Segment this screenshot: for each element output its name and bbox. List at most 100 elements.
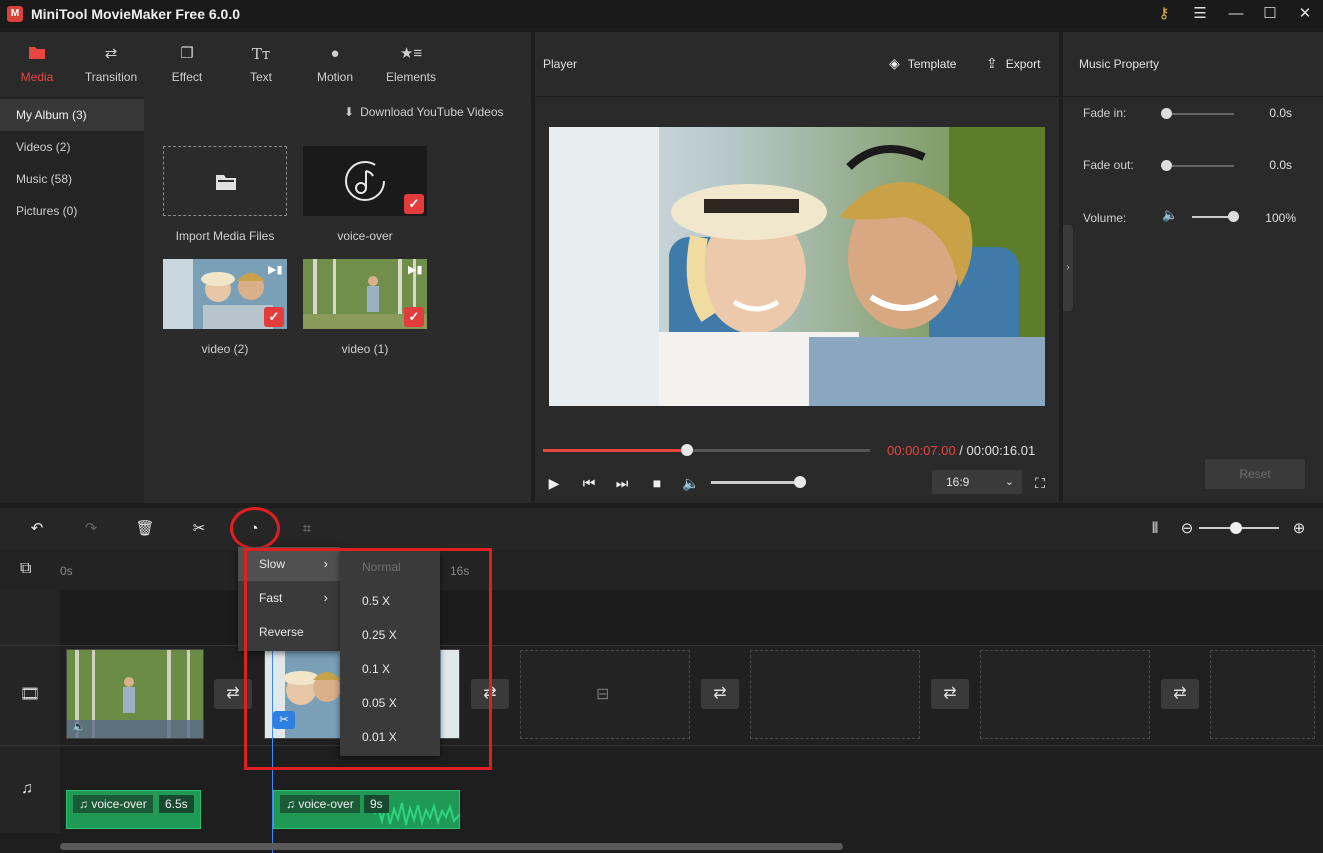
import-media-tile[interactable] xyxy=(163,146,287,216)
tab-label: Effect xyxy=(171,70,203,84)
tab-elements[interactable]: ★≡ Elements xyxy=(376,44,446,84)
music-property-panel xyxy=(1063,32,1323,503)
volume-handle[interactable] xyxy=(794,476,806,488)
aspect-ratio-select[interactable]: 16:9 ⌄ xyxy=(932,470,1022,494)
undo-icon[interactable]: ↶ xyxy=(26,518,48,540)
tab-media[interactable]: Media xyxy=(2,44,72,84)
timeline-scrollbar[interactable] xyxy=(60,843,843,850)
music-note-icon: ♫ xyxy=(79,797,92,811)
next-frame-button[interactable]: ⏭ xyxy=(612,474,632,492)
audio-clip-duration: 6.5s xyxy=(159,795,194,813)
timeline-ruler[interactable] xyxy=(0,550,1323,590)
elements-icon: ★≡ xyxy=(399,45,423,62)
zoom-handle[interactable] xyxy=(1230,522,1242,534)
maximize-icon[interactable]: ☐ xyxy=(1252,0,1288,28)
previous-frame-button[interactable]: ⏮ xyxy=(579,474,599,492)
audio-clip-duration: 9s xyxy=(364,795,389,813)
empty-clip-slot[interactable] xyxy=(750,650,920,739)
music-volume-value: 100% xyxy=(1265,211,1296,225)
clip-thumbnail xyxy=(67,650,203,738)
audio-clip-name: voice-over xyxy=(91,797,147,811)
tab-label: Transition xyxy=(84,70,138,84)
empty-clip-slot[interactable] xyxy=(1210,650,1315,739)
tile-caption: video (1) xyxy=(341,342,389,356)
fit-timeline-icon[interactable]: ⦀ xyxy=(1144,518,1166,540)
fade-in-value: 0.0s xyxy=(1269,106,1292,120)
audio-clip-name: voice-over xyxy=(298,797,354,811)
template-label: Template xyxy=(907,56,957,71)
transition-slot-button[interactable]: ⇄ xyxy=(1161,679,1199,709)
video-clip[interactable] xyxy=(66,649,204,739)
export-icon: ⇪ xyxy=(986,55,998,71)
chevron-down-icon: ⌄ xyxy=(1004,476,1014,488)
reset-button[interactable]: Reset xyxy=(1205,459,1305,489)
split-scissors-icon[interactable]: ✂ xyxy=(188,518,210,540)
download-youtube-label: Download YouTube Videos xyxy=(360,105,504,119)
delete-icon[interactable]: 🗑 xyxy=(134,518,156,540)
add-track-icon[interactable]: ⧉ xyxy=(20,560,31,578)
seek-handle[interactable] xyxy=(681,444,693,456)
speaker-icon: 🔈 xyxy=(1162,207,1179,222)
collapse-panel-handle[interactable]: › xyxy=(1063,225,1073,311)
fade-in-label: Fade in: xyxy=(1083,106,1127,120)
fade-in-slider[interactable] xyxy=(1166,113,1234,115)
tab-effect[interactable]: ❐ Effect xyxy=(152,44,222,84)
menu-icon[interactable]: ☰ xyxy=(1182,0,1218,28)
tab-motion[interactable]: ● Motion xyxy=(300,44,370,84)
play-button[interactable]: ▶ xyxy=(544,474,564,492)
film-strip-icon: 🎞 xyxy=(20,686,41,703)
fullscreen-icon[interactable]: ⛶ xyxy=(1030,474,1050,492)
sidebar-item-music[interactable]: Music (58) xyxy=(0,163,144,195)
window-title: MiniTool MovieMaker Free 6.0.0 xyxy=(31,6,241,22)
redo-icon[interactable]: ↷ xyxy=(80,518,102,540)
divider xyxy=(0,745,1323,746)
audio-clip[interactable]: ♫ voice-over 6.5s xyxy=(66,790,201,829)
divider xyxy=(535,96,1059,97)
music-track-icon: ♫ xyxy=(21,780,33,797)
volume-icon[interactable]: 🔈 xyxy=(681,474,701,492)
current-time: 00:00:07.00 xyxy=(887,443,956,458)
download-youtube-button[interactable]: ⬇ Download YouTube Videos xyxy=(344,105,504,119)
fade-in-handle[interactable] xyxy=(1161,108,1172,119)
minimize-icon[interactable]: — xyxy=(1218,0,1254,28)
fade-out-slider[interactable] xyxy=(1166,165,1234,167)
export-button[interactable]: ⇪ Export xyxy=(986,55,1040,72)
empty-clip-slot[interactable]: ⊟ xyxy=(520,650,690,739)
empty-clip-slot[interactable] xyxy=(980,650,1150,739)
video-camera-icon: ▶▮ xyxy=(408,264,423,276)
tile-caption: voice-over xyxy=(337,229,393,243)
app-logo: M xyxy=(7,6,23,22)
tab-label: Media xyxy=(20,70,54,84)
fade-out-handle[interactable] xyxy=(1161,160,1172,171)
audio-clip[interactable]: ♫ voice-over 9s xyxy=(273,790,460,829)
sidebar-item-pictures[interactable]: Pictures (0) xyxy=(0,195,144,227)
highlight-rectangle xyxy=(244,548,492,770)
transition-icon: ⇄ xyxy=(104,45,118,62)
zoom-in-icon[interactable]: ⊕ xyxy=(1288,518,1310,540)
sidebar-item-my-album[interactable]: My Album (3) xyxy=(0,99,144,131)
tab-label: Elements xyxy=(385,70,437,84)
close-icon[interactable]: ✕ xyxy=(1287,0,1323,28)
tile-caption: video (2) xyxy=(201,342,249,356)
selected-check-icon: ✓ xyxy=(404,194,424,214)
crop-icon[interactable]: ⌗ xyxy=(296,518,318,540)
transition-slot-button[interactable]: ⇄ xyxy=(701,679,739,709)
volume-slider[interactable] xyxy=(711,481,806,484)
transition-slot-button[interactable]: ⇄ xyxy=(931,679,969,709)
music-property-title: Music Property xyxy=(1079,57,1160,71)
tab-transition[interactable]: ⇄ Transition xyxy=(76,44,146,84)
aspect-ratio-value: 16:9 xyxy=(946,475,970,489)
import-folder-icon xyxy=(216,175,236,190)
audio-clip-label: ♫ voice-over xyxy=(73,795,153,813)
tab-label: Text xyxy=(249,70,272,84)
player-title: Player xyxy=(543,57,578,71)
fade-out-label: Fade out: xyxy=(1083,158,1134,172)
key-icon[interactable]: ⚷ xyxy=(1146,0,1182,28)
sidebar-item-videos[interactable]: Videos (2) xyxy=(0,131,144,163)
layers-icon: ◈ xyxy=(889,55,900,71)
stop-button[interactable]: ■ xyxy=(647,474,667,492)
volume-label: Volume: xyxy=(1083,211,1127,225)
zoom-out-icon[interactable]: ⊖ xyxy=(1176,518,1198,540)
tab-text[interactable]: Tт Text xyxy=(226,44,296,84)
template-button[interactable]: ◈ Template xyxy=(889,55,956,72)
